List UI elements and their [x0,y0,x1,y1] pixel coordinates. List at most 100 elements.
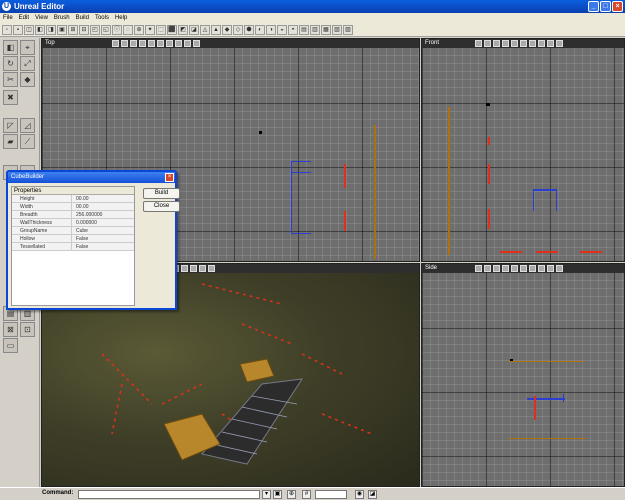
dialog-close-icon[interactable]: × [165,173,174,182]
property-value[interactable]: 256.000000 [72,211,134,218]
scale-icon[interactable]: ⤢ [20,56,35,71]
face-drag-icon[interactable]: ◆ [20,72,35,87]
toolbar-button-icon[interactable]: ✦ [145,25,155,35]
toolbar-button-icon[interactable]: ▧ [332,25,342,35]
toolbar-button-icon[interactable]: ⬛ [167,25,177,35]
viewport-front[interactable]: Front [421,38,625,262]
property-value[interactable]: False [72,243,134,250]
toolbar-button-icon[interactable]: ⓘ [112,25,122,35]
property-key: Tessellated [12,243,72,250]
property-row[interactable]: Tessellated False [12,243,134,251]
toolbar-button-icon[interactable]: ▪ [13,25,23,35]
command-dropdown-icon[interactable]: ▾ [262,490,271,499]
toolbar-button-icon[interactable]: ▣ [57,25,67,35]
viewport-side[interactable]: Side [421,263,625,487]
red-brush-front-floor [500,251,522,253]
property-key: Width [12,203,72,210]
red-brush-side [534,396,536,420]
toolbar-button-icon[interactable]: ◨ [46,25,56,35]
dialog-title: CubeBuilder [8,172,175,183]
rotate-icon[interactable]: ↻ [3,56,18,71]
property-row[interactable]: WallThickness 0.000000 [12,219,134,227]
toolbar-button-icon[interactable]: ⬚ [156,25,166,35]
property-key: Hollow [12,235,72,242]
toolbar-button-icon[interactable]: ◬ [200,25,210,35]
realtime-preview-icon[interactable]: ▣ [273,490,282,499]
toolbar-button-icon[interactable]: ◱ [101,25,111,35]
viewport-front-label: Front [425,40,440,46]
property-key: Breadth [12,211,72,218]
toolbar-button-icon[interactable]: ▨ [343,25,353,35]
menu-help[interactable]: Help [115,13,127,24]
toolbar-button-icon[interactable]: ◆ [222,25,232,35]
toolbar-button-icon[interactable]: ◪ [189,25,199,35]
cylinder-builder-icon[interactable]: ◿ [20,118,35,133]
menu-edit[interactable]: Edit [19,13,29,24]
viewport-front-header: Front [422,39,624,48]
property-row[interactable]: Hollow False [12,235,134,243]
sheet-builder-icon[interactable]: ▰ [3,134,18,149]
property-value[interactable]: 00.00 [72,195,134,202]
menu-file[interactable]: File [3,13,13,24]
toolbar-button-icon[interactable]: ⊟ [79,25,89,35]
window-title: Unreal Editor [14,2,65,11]
bsp-edge-side [508,361,584,362]
build-button[interactable]: Build [143,188,180,199]
toolbar-button-icon[interactable]: ◓ [288,25,298,35]
viewport-top-mode-icons[interactable] [112,40,200,47]
dialog-close-button[interactable]: Close [143,201,180,212]
toolbar-button-icon[interactable]: ⊞ [68,25,78,35]
property-key: Height [12,195,72,202]
toolbar-button-icon[interactable]: ◧ [35,25,45,35]
toolbar-button-icon[interactable]: ▦ [321,25,331,35]
lock-icon[interactable]: ⊕ [287,490,296,499]
toolbar-button-icon[interactable]: ◰ [90,25,100,35]
toolbar-button-icon[interactable]: ⊕ [134,25,144,35]
viewport-front-mode-icons[interactable] [475,40,563,47]
intersect-icon[interactable]: ⊠ [3,322,18,337]
viewport-top-header: Top [42,39,419,48]
maximize-button[interactable]: □ [600,1,611,12]
deintersect-icon[interactable]: ⊡ [20,322,35,337]
command-input[interactable] [78,490,260,499]
camera-move-icon[interactable]: ◧ [3,40,18,55]
vertex-edit-icon[interactable]: ⌖ [20,40,35,55]
stair-builder-icon[interactable]: ⟋ [20,134,35,149]
menu-build[interactable]: Build [76,13,89,24]
menu-view[interactable]: View [35,13,48,24]
toolbar-button-icon[interactable]: ◫ [24,25,34,35]
menu-tools[interactable]: Tools [95,13,109,24]
toolbar-button-icon[interactable]: ▫ [2,25,12,35]
brush-clip-icon[interactable]: ✂ [3,72,18,87]
minimize-button[interactable]: _ [588,1,599,12]
toolbar-button-icon[interactable]: ▲ [211,25,221,35]
viewport-side-mode-icons[interactable] [475,265,563,272]
toolbar-button-icon[interactable]: ◌ [123,25,133,35]
toolbar-button-icon[interactable]: ◩ [178,25,188,35]
toolbar-button-icon[interactable]: ◇ [233,25,243,35]
property-value[interactable]: 0.000000 [72,219,134,226]
property-value[interactable]: 00.00 [72,203,134,210]
menu-brush[interactable]: Brush [54,13,70,24]
toolbar-button-icon[interactable]: ▥ [310,25,320,35]
rotation-snap-icon[interactable]: ◉ [355,490,364,499]
property-value[interactable]: False [72,235,134,242]
close-button[interactable]: × [612,1,623,12]
property-row[interactable]: GroupName Cube [12,227,134,235]
cube-builder-icon[interactable]: ◸ [3,118,18,133]
property-row[interactable]: Breadth 256.000000 [12,211,134,219]
grid-size-select[interactable] [315,490,347,499]
grid-icon[interactable]: # [302,490,311,499]
toolbar-button-icon[interactable]: ◐ [255,25,265,35]
property-row[interactable]: Height 00.00 [12,195,134,203]
toolbar-button-icon[interactable]: ▤ [299,25,309,35]
toolbar-button-icon[interactable]: ◑ [266,25,276,35]
property-group-header[interactable]: Properties [12,187,134,195]
property-value[interactable]: Cube [72,227,134,234]
property-row[interactable]: Width 00.00 [12,203,134,211]
vertex-snap-icon[interactable]: ◪ [368,490,377,499]
terrain-icon[interactable]: ✖ [3,90,18,105]
toolbar-button-icon[interactable]: ◒ [277,25,287,35]
toolbar-button-icon[interactable]: ⬢ [244,25,254,35]
show-selected-icon[interactable]: ▭ [3,338,18,353]
